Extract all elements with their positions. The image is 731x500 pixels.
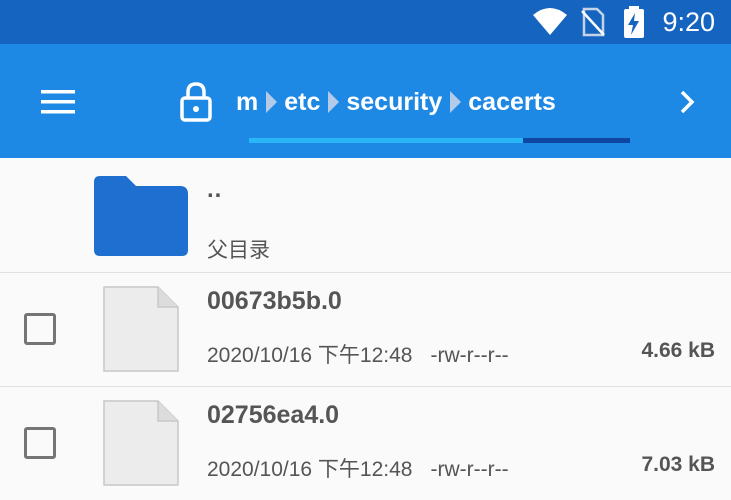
file-row[interactable]: 02756ea4.0 2020/10/16 下午12:48 -rw-r--r-- …	[0, 387, 731, 500]
wifi-icon	[532, 0, 568, 44]
file-size: 4.66 kB	[641, 339, 715, 362]
file-permissions: -rw-r--r--	[430, 344, 509, 367]
file-row[interactable]: 00673b5b.0 2020/10/16 下午12:48 -rw-r--r-- …	[0, 273, 731, 387]
lock-icon	[178, 80, 218, 124]
file-name: 00673b5b.0	[207, 287, 342, 315]
breadcrumb-separator-icon	[442, 82, 468, 122]
parent-directory-row[interactable]: .. 父目录	[0, 158, 731, 273]
toolbar: m etc security cacerts	[0, 44, 731, 158]
file-list: .. 父目录 00673b5b.0 2020/10/16 下午12:48 -rw-…	[0, 158, 731, 500]
file-checkbox[interactable]	[24, 313, 56, 345]
file-permissions: -rw-r--r--	[430, 458, 509, 481]
breadcrumb-security[interactable]: security	[346, 88, 442, 117]
breadcrumb-separator-icon	[258, 82, 284, 122]
no-sim-icon	[580, 0, 606, 44]
load-progress-fill	[249, 138, 524, 143]
file-checkbox[interactable]	[24, 427, 56, 459]
file-size: 7.03 kB	[641, 453, 715, 476]
menu-button[interactable]	[30, 80, 86, 124]
hamburger-menu-icon	[41, 90, 75, 114]
parent-directory-label: 父目录	[207, 239, 270, 262]
breadcrumb-etc[interactable]: etc	[284, 88, 320, 117]
file-icon	[102, 285, 180, 378]
battery-charging-icon	[622, 0, 646, 44]
folder-icon	[88, 174, 192, 263]
breadcrumb-m[interactable]: m	[236, 88, 258, 117]
status-bar: 9:20	[0, 0, 731, 44]
next-button[interactable]	[667, 82, 707, 122]
file-meta: 2020/10/16 下午12:48 -rw-r--r--	[207, 339, 509, 369]
breadcrumb-cacerts[interactable]: cacerts	[468, 88, 556, 117]
clock: 9:20	[662, 7, 715, 37]
breadcrumb-separator-icon	[320, 82, 346, 122]
load-progress-bar	[249, 138, 630, 143]
chevron-right-icon	[680, 90, 695, 114]
file-date: 2020/10/16 下午12:48	[207, 344, 413, 367]
file-icon	[102, 399, 180, 492]
breadcrumb: m etc security cacerts	[236, 82, 556, 122]
file-name: 02756ea4.0	[207, 401, 340, 429]
file-meta: 2020/10/16 下午12:48 -rw-r--r--	[207, 453, 509, 483]
file-date: 2020/10/16 下午12:48	[207, 458, 413, 481]
parent-directory-name: ..	[207, 176, 223, 203]
